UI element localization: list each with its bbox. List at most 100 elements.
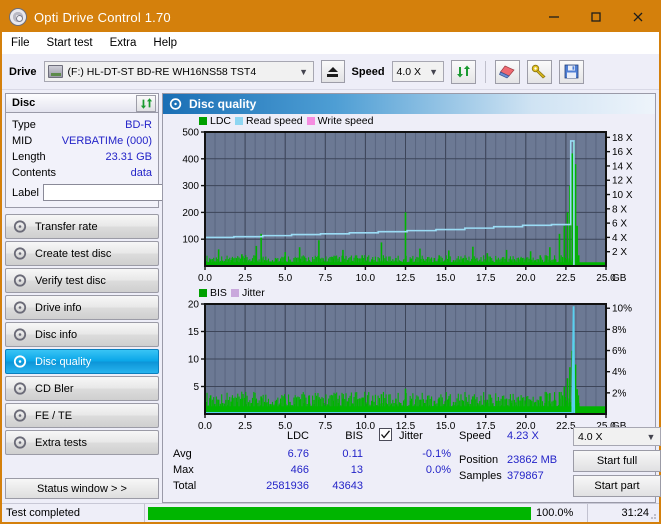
resize-grip[interactable] (647, 510, 657, 520)
disc-refresh-button[interactable] (136, 94, 156, 112)
menu-bar: File Start test Extra Help (2, 32, 659, 54)
close-icon[interactable] (617, 2, 659, 32)
tools-button[interactable] (526, 59, 552, 84)
menu-help[interactable]: Help (153, 37, 177, 49)
x-tick-label: 15.0 (436, 273, 456, 284)
stats-max-bis: 13 (350, 464, 363, 476)
y-tick-label: 200 (182, 208, 199, 219)
menu-extra[interactable]: Extra (110, 37, 137, 49)
sidebar-item-create-test-disc[interactable]: Create test disc (5, 241, 159, 266)
sidebar-item-verify-test-disc[interactable]: Verify test disc (5, 268, 159, 293)
eject-icon (327, 66, 339, 77)
y2-tick-label: 2 X (612, 247, 627, 258)
refresh-button[interactable] (450, 59, 476, 84)
drive-select[interactable]: (F:) HL-DT-ST BD-RE WH16NS58 TST4 ▼ (43, 61, 314, 82)
stats-table: LDC BIS Jitter Avg 6.76 0.11 -0.1% Max 4… (163, 424, 455, 502)
disc-icon (13, 436, 27, 449)
readout-samples-label: Samples (459, 470, 502, 482)
disc-row-length: Length 23.31 GB (12, 149, 152, 165)
sidebar-item-extra-tests[interactable]: Extra tests (5, 430, 159, 455)
x-tick-label: 22.5 (556, 273, 576, 284)
app-icon (9, 8, 27, 26)
speed-select-value: 4.0 X (396, 65, 422, 78)
disc-row-contents: Contents data (12, 165, 152, 181)
sidebar-item-label: Transfer rate (35, 220, 98, 233)
disc-icon (13, 409, 27, 422)
speed-select[interactable]: 4.0 X ▼ (391, 61, 444, 82)
window-title: Opti Drive Control 1.70 (34, 9, 171, 25)
sidebar-item-label: Disc info (35, 328, 78, 341)
start-part-button[interactable]: Start part (573, 475, 661, 497)
x-tick-label: 7.5 (318, 273, 332, 284)
check-icon (381, 430, 391, 439)
disc-quality-icon (169, 98, 182, 110)
disc-length-value: 23.31 GB (105, 151, 152, 163)
x-tick-label: 17.5 (476, 273, 496, 284)
sidebar-item-cd-bler[interactable]: CD Bler (5, 376, 159, 401)
jitter-checkbox[interactable] (379, 428, 392, 441)
y2-tick-label: 4% (612, 367, 627, 378)
stats-header-jitter: Jitter (399, 430, 423, 442)
drive-icon (47, 65, 63, 78)
x-tick-label: 20.0 (516, 273, 536, 284)
y2-tick-label: 12 X (612, 176, 633, 187)
maximize-icon[interactable] (575, 2, 617, 32)
readout-position-value: 23862 MB (507, 454, 558, 466)
x-tick-label: 12.5 (396, 273, 416, 284)
window-controls (533, 2, 659, 32)
disc-length-label: Length (12, 151, 46, 163)
y2-tick-label: 10% (612, 304, 632, 315)
x-axis-unit: GB (612, 273, 627, 284)
tools-icon (531, 64, 546, 79)
main-title: Disc quality (189, 97, 257, 111)
save-button[interactable] (558, 59, 584, 84)
sidebar-item-label: Extra tests (35, 436, 87, 449)
disc-icon (13, 301, 27, 314)
status-window-button[interactable]: Status window > > (5, 478, 159, 499)
stats-header-ldc: LDC (286, 430, 309, 442)
disc-row-type: Type BD-R (12, 117, 152, 133)
menu-start-test[interactable]: Start test (47, 37, 93, 49)
drive-select-value: (F:) HL-DT-ST BD-RE WH16NS58 TST4 (67, 65, 257, 78)
minimize-icon[interactable] (533, 2, 575, 32)
result-speed-select[interactable]: 4.0 X ▼ (573, 427, 661, 446)
main-header: Disc quality (163, 94, 655, 114)
sidebar-item-label: Disc quality (35, 355, 92, 368)
disc-contents-label: Contents (12, 167, 57, 179)
toolbar-separator (484, 60, 486, 83)
y2-tick-label: 10 X (612, 190, 633, 201)
main-panel: Disc quality LDC Read speed Write speed 10… (162, 93, 661, 503)
menu-file[interactable]: File (11, 37, 30, 49)
top-chart: LDC Read speed Write speed 100 200 300 400 500… (163, 114, 655, 286)
sidebar-item-disc-quality[interactable]: Disc quality (5, 349, 159, 374)
stats-avg-bis: 0.11 (342, 448, 363, 460)
eject-button[interactable] (320, 60, 345, 83)
sidebar-nav: Transfer rate Create test disc Verify te… (5, 214, 159, 455)
top-chart-canvas: 100 200 300 400 500 2 X 4 X 6 X 8 X 10 X 12 X 14 X 1… (182, 128, 633, 285)
y-tick-label: 20 (188, 300, 200, 311)
sidebar-item-drive-info[interactable]: Drive info (5, 295, 159, 320)
progress-percent: 100.0% (536, 507, 574, 519)
sidebar-item-label: Verify test disc (35, 274, 106, 287)
y2-tick-label: 6 X (612, 219, 627, 230)
disc-icon (13, 247, 27, 260)
erase-button[interactable] (494, 59, 520, 84)
y-tick-label: 10 (188, 355, 200, 366)
sidebar-item-disc-info[interactable]: Disc info (5, 322, 159, 347)
progress-area: 100.0% (144, 504, 587, 522)
status-message: Test completed (6, 507, 80, 519)
y-tick-label: 300 (182, 181, 199, 192)
y2-tick-label: 2% (612, 388, 627, 399)
chevron-down-icon: ▼ (299, 66, 308, 77)
refresh-icon (456, 65, 470, 78)
readout-speed-value: 4.23 X (507, 430, 539, 442)
sidebar-item-fe-te[interactable]: FE / TE (5, 403, 159, 428)
sidebar-item-transfer-rate[interactable]: Transfer rate (5, 214, 159, 239)
y-tick-label: 15 (188, 327, 200, 338)
refresh-icon (140, 97, 152, 109)
start-full-button[interactable]: Start full (573, 450, 661, 472)
sidebar-item-label: CD Bler (35, 382, 74, 395)
disc-icon (13, 382, 27, 395)
save-icon (564, 64, 578, 79)
charts-area: LDC Read speed Write speed 100 200 300 400 500… (163, 114, 661, 502)
